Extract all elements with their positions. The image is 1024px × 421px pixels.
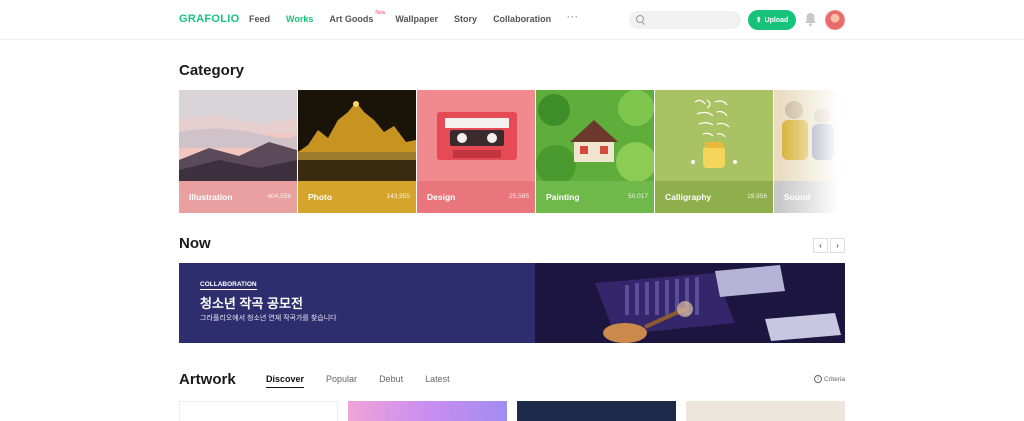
tab-discover[interactable]: Discover (266, 374, 305, 388)
banner-studio-image (535, 263, 845, 343)
notification-bell-icon[interactable] (804, 12, 817, 27)
photo-thumbnail (298, 90, 416, 181)
nav-art-goods-label: Art Goods (329, 14, 374, 24)
category-name: Sound (784, 192, 811, 202)
nav-art-goods[interactable]: Art Goods New (329, 10, 385, 24)
design-thumbnail (417, 90, 535, 181)
category-carousel: Illustration 404,558 Photo 143,955 Desig… (179, 90, 845, 213)
search-input[interactable] (647, 14, 735, 26)
category-card-illustration[interactable]: Illustration 404,558 (179, 90, 297, 213)
category-card-calligraphy[interactable]: Calligraphy 19,956 (655, 90, 773, 213)
artwork-title: Artwork (179, 371, 236, 388)
tab-latest[interactable]: Latest (425, 374, 450, 388)
category-name: Illustration (189, 192, 233, 202)
upload-label: Upload (764, 16, 789, 24)
nav-collaboration[interactable]: Collaboration (493, 14, 551, 24)
main-nav: Feed Works Art Goods New Wallpaper Story… (249, 10, 595, 24)
now-banner[interactable]: COLLABORATION 청소년 작곡 공모전 그라폴리오에서 청소년 연재 … (179, 263, 845, 343)
category-card-painting[interactable]: Painting 50,017 (536, 90, 654, 213)
category-card-photo[interactable]: Photo 143,955 (298, 90, 416, 213)
nav-story[interactable]: Story (454, 14, 477, 24)
artwork-thumbnail[interactable] (348, 401, 507, 421)
search-box[interactable] (629, 11, 741, 29)
category-count: 25,585 (509, 193, 529, 200)
painting-thumbnail (536, 90, 654, 181)
nav-feed[interactable]: Feed (249, 14, 270, 24)
artwork-thumbnail[interactable] (517, 401, 676, 421)
category-name: Photo (308, 192, 333, 202)
new-badge: New (375, 10, 386, 16)
artwork-tabs: Discover Popular Debut Latest (266, 374, 472, 388)
prev-button[interactable]: ‹ (813, 238, 828, 253)
artwork-thumbnail[interactable] (179, 401, 338, 421)
category-count: 404,558 (267, 193, 292, 200)
now-title: Now (179, 235, 211, 252)
tab-popular[interactable]: Popular (326, 374, 357, 388)
category-title: Category (179, 62, 245, 79)
info-icon: i (814, 375, 822, 383)
user-avatar[interactable] (825, 10, 845, 30)
category-count: 50,017 (628, 193, 648, 200)
category-card-sound[interactable]: Sound (774, 90, 845, 213)
calligraphy-thumbnail (655, 90, 773, 181)
grafolio-logo[interactable]: GRAFOLIO (179, 13, 239, 25)
criteria-link[interactable]: i Criteria (814, 375, 845, 383)
nav-wallpaper[interactable]: Wallpaper (395, 14, 438, 24)
category-count: 19,956 (747, 193, 767, 200)
banner-description: 그라폴리오에서 청소년 연재 작곡가를 찾습니다 (200, 315, 337, 322)
upload-button[interactable]: ⬆ Upload (748, 10, 796, 30)
sound-thumbnail (774, 90, 845, 181)
criteria-label: Criteria (824, 375, 845, 383)
category-name: Painting (546, 192, 580, 202)
top-navigation-bar: GRAFOLIO Feed Works Art Goods New Wallpa… (0, 0, 1024, 40)
artwork-thumbnail[interactable] (686, 401, 845, 421)
category-count: 143,955 (386, 193, 411, 200)
banner-title: 청소년 작곡 공모전 (200, 296, 303, 311)
category-name: Calligraphy (665, 192, 712, 202)
illustration-thumbnail (179, 90, 297, 181)
next-button[interactable]: › (830, 238, 845, 253)
search-icon (636, 15, 644, 23)
category-card-design[interactable]: Design 25,585 (417, 90, 535, 213)
banner-kicker: COLLABORATION (200, 281, 257, 290)
banner-text-panel: COLLABORATION 청소년 작곡 공모전 그라폴리오에서 청소년 연재 … (179, 263, 535, 343)
more-menu-icon[interactable]: ··· (567, 12, 579, 24)
category-name: Design (427, 192, 456, 202)
upload-icon: ⬆ (755, 17, 762, 24)
now-arrows: ‹ › (813, 238, 845, 253)
nav-works[interactable]: Works (286, 14, 313, 24)
tab-debut[interactable]: Debut (379, 374, 403, 388)
